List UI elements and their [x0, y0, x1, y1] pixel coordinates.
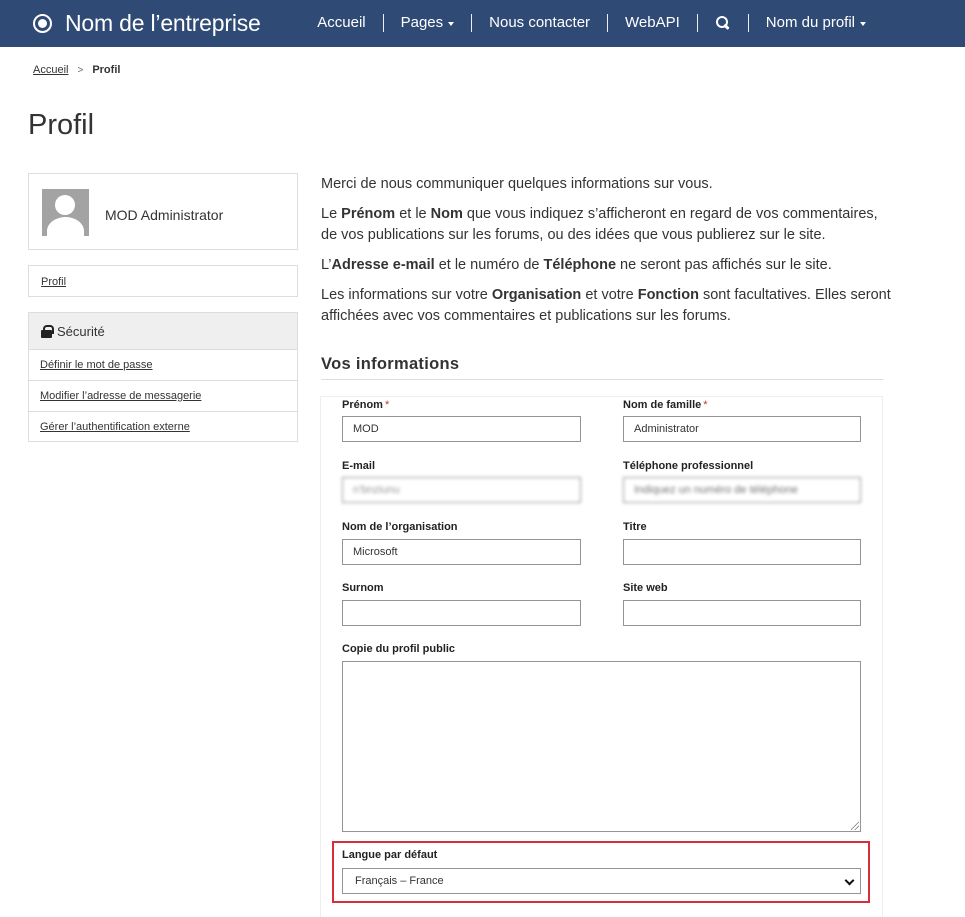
nav-contact[interactable]: Nous contacter	[472, 14, 607, 32]
intro-paragraph: Merci de nous communiquer quelques infor…	[321, 176, 713, 192]
search-icon	[715, 15, 731, 31]
nav-pages-dropdown[interactable]: Pages	[384, 14, 472, 32]
security-header: Sécurité	[29, 313, 297, 349]
intro-text-run: L’	[321, 257, 332, 273]
first-name-label: Prénom *	[342, 399, 389, 411]
intro-text-run: Les informations sur votre	[321, 287, 492, 303]
organization-label: Nom de l’organisation	[342, 521, 458, 533]
nav-profile-dropdown[interactable]: Nom du profil	[749, 14, 883, 32]
breadcrumb-home-link[interactable]: Accueil	[33, 64, 68, 76]
sidebar-item-change-email: Modifier l’adresse de messagerie	[29, 380, 297, 411]
email-field[interactable]	[342, 477, 581, 503]
nav-divider	[471, 13, 473, 32]
set-password-link[interactable]: Définir le mot de passe	[40, 359, 153, 371]
nav-pages-label: Pages	[400, 13, 444, 31]
intro-bold-term: Adresse e-mail	[331, 257, 435, 273]
nav-divider	[747, 13, 749, 32]
nav-profile-label: Nom du profil	[765, 13, 855, 31]
brand-link[interactable]: Nom de l’entreprise	[33, 0, 261, 47]
resize-grip-icon[interactable]	[851, 822, 859, 830]
intro-text-run: et le	[395, 206, 431, 222]
lock-icon	[41, 324, 54, 338]
email-label: E-mail	[342, 460, 376, 472]
phone-input[interactable]	[623, 477, 861, 503]
profile-nav-card: Profil	[28, 265, 298, 297]
nickname-input[interactable]	[342, 600, 581, 626]
title-input[interactable]	[623, 539, 861, 565]
public-profile-label: Copie du profil public	[342, 643, 456, 655]
public-profile-textarea[interactable]	[342, 661, 861, 832]
sidebar-item-set-password: Définir le mot de passe	[29, 349, 297, 380]
required-marker: *	[703, 399, 708, 411]
first-name-input[interactable]	[342, 416, 581, 442]
change-email-link[interactable]: Modifier l’adresse de messagerie	[40, 390, 201, 402]
first-name-label-text: Prénom	[342, 399, 383, 411]
language-selected-value: Français – France	[355, 875, 444, 887]
nav-home[interactable]: Accueil	[300, 14, 382, 32]
page-title: Profil	[28, 109, 95, 141]
language-label: Langue par défaut	[342, 849, 438, 861]
section-title: Vos informations	[321, 355, 883, 380]
last-name-input[interactable]	[623, 416, 861, 442]
intro-bold-term: Fonction	[637, 287, 699, 303]
external-auth-link[interactable]: Gérer l’authentification externe	[40, 421, 190, 433]
sidebar-item-external-auth: Gérer l’authentification externe	[29, 411, 297, 442]
website-label: Site web	[623, 582, 668, 594]
organization-input[interactable]	[342, 539, 581, 565]
intro-text-run: et le numéro de	[434, 257, 544, 273]
navbar: Nom de l’entreprise Accueil Pages Nous c…	[0, 0, 965, 47]
intro-paragraph: Le Prénom et le Nom que vous indiquez s’…	[321, 204, 891, 246]
nav-search-button[interactable]	[698, 15, 748, 31]
brand-logo-icon	[33, 14, 52, 33]
intro-bold-term: Organisation	[491, 287, 582, 303]
intro-text: Merci de nous communiquer quelques infor…	[321, 174, 891, 336]
phone-label: Téléphone professionnel	[623, 460, 754, 472]
main-nav: Accueil Pages Nous contacter WebAPI Nom …	[300, 0, 883, 45]
last-name-label: Nom de famille *	[623, 399, 708, 411]
intro-text-run: Le	[321, 206, 342, 222]
chevron-down-icon	[844, 875, 855, 886]
intro-text-run: et votre	[581, 287, 638, 303]
intro-bold-term: Téléphone	[543, 257, 617, 273]
security-header-label: Sécurité	[57, 323, 105, 339]
user-card: MOD Administrator	[28, 173, 298, 250]
profile-form	[320, 396, 883, 917]
intro-paragraph: L’Adresse e-mail et le numéro de Télépho…	[321, 255, 891, 276]
nav-divider	[382, 13, 384, 32]
security-card: Sécurité Définir le mot de passe Modifie…	[28, 312, 298, 442]
intro-text-run: ne seront pas affichés sur le site.	[616, 257, 832, 273]
brand-name: Nom de l’entreprise	[65, 10, 261, 36]
user-name: MOD Administrator	[105, 207, 224, 223]
breadcrumb-current: Profil	[92, 64, 121, 76]
language-select[interactable]: Français – France	[342, 868, 861, 894]
sidebar-profile-link[interactable]: Profil	[41, 276, 66, 288]
nav-webapi[interactable]: WebAPI	[608, 14, 697, 32]
nav-divider	[607, 13, 609, 32]
required-marker: *	[384, 399, 390, 411]
avatar	[42, 189, 89, 236]
breadcrumb: Accueil > Profil	[33, 64, 120, 76]
nav-divider	[696, 13, 698, 32]
intro-paragraph: Les informations sur votre Organisation …	[321, 285, 891, 327]
intro-bold-term: Prénom	[341, 206, 396, 222]
caret-down-icon	[860, 21, 866, 26]
intro-bold-term: Nom	[430, 206, 463, 222]
website-input[interactable]	[623, 600, 861, 626]
caret-down-icon	[448, 21, 455, 26]
breadcrumb-separator: >	[77, 64, 84, 76]
nickname-label: Surnom	[342, 582, 384, 594]
title-label: Titre	[623, 521, 647, 533]
last-name-label-text: Nom de famille	[623, 399, 702, 411]
